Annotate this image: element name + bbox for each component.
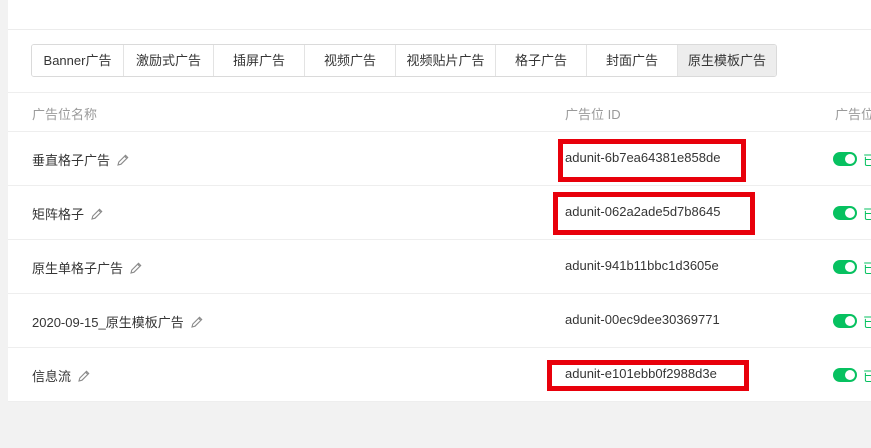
tab-native-template[interactable]: 原生模板广告 <box>678 45 776 76</box>
tab-rewarded[interactable]: 激励式广告 <box>124 45 214 76</box>
tab-video[interactable]: 视频广告 <box>305 45 396 76</box>
ad-unit-name: 垂直格子广告 <box>32 150 130 169</box>
status-text: 已 <box>863 153 871 168</box>
status-text: 已 <box>863 207 871 222</box>
pencil-icon[interactable] <box>116 153 130 167</box>
ad-unit-name-text: 矩阵格子 <box>32 207 85 222</box>
pencil-icon[interactable] <box>77 369 91 383</box>
table-row: 信息流 adunit-e101ebb0f2988d3e 已 <box>8 348 871 402</box>
status-toggle[interactable] <box>833 314 857 328</box>
ad-unit-name: 信息流 <box>32 366 91 385</box>
tab-interstitial[interactable]: 插屏广告 <box>214 45 305 76</box>
tab-banner[interactable]: Banner广告 <box>32 45 124 76</box>
tab-grid[interactable]: 格子广告 <box>496 45 587 76</box>
ad-unit-id: adunit-6b7ea64381e858de <box>565 150 721 165</box>
ad-unit-id: adunit-e101ebb0f2988d3e <box>565 366 717 381</box>
ad-units-panel: Banner广告 激励式广告 插屏广告 视频广告 视频贴片广告 格子广告 封面广… <box>8 0 871 402</box>
table-row: 垂直格子广告 adunit-6b7ea64381e858de 已 <box>8 132 871 186</box>
ad-unit-name: 2020-09-15_原生模板广告 <box>32 312 204 331</box>
status-text: 已 <box>863 369 871 384</box>
status-toggle[interactable] <box>833 260 857 274</box>
ad-unit-id: adunit-062a2ade5d7b8645 <box>565 204 721 219</box>
top-strip <box>8 0 871 30</box>
table-row: 矩阵格子 adunit-062a2ade5d7b8645 已 <box>8 186 871 240</box>
tab-cover[interactable]: 封面广告 <box>587 45 678 76</box>
status-text: 已 <box>863 261 871 276</box>
table-row: 原生单格子广告 adunit-941b11bbc1d3605e 已 <box>8 240 871 294</box>
ad-unit-name: 原生单格子广告 <box>32 258 143 277</box>
pencil-icon[interactable] <box>190 315 204 329</box>
pencil-icon[interactable] <box>90 207 104 221</box>
ad-unit-name-text: 原生单格子广告 <box>32 261 124 276</box>
ad-unit-id: adunit-00ec9dee30369771 <box>565 312 720 327</box>
status-toggle[interactable] <box>833 152 857 166</box>
status-text: 已 <box>863 315 871 330</box>
table-row: 2020-09-15_原生模板广告 adunit-00ec9dee3036977… <box>8 294 871 348</box>
header-name: 广告位名称 <box>32 107 98 122</box>
header-status: 广告位 <box>835 107 871 122</box>
tab-video-patch[interactable]: 视频贴片广告 <box>396 45 496 76</box>
ad-unit-name-text: 垂直格子广告 <box>32 153 111 168</box>
ad-unit-name-text: 信息流 <box>32 369 72 384</box>
pencil-icon[interactable] <box>129 261 143 275</box>
ad-unit-id: adunit-941b11bbc1d3605e <box>565 258 719 273</box>
ad-unit-name-text: 2020-09-15_原生模板广告 <box>32 315 184 330</box>
header-id: 广告位 ID <box>565 107 621 122</box>
table-header: 广告位名称 广告位 ID 广告位 <box>8 92 871 132</box>
status-toggle[interactable] <box>833 206 857 220</box>
status-toggle[interactable] <box>833 368 857 382</box>
ad-unit-name: 矩阵格子 <box>32 204 104 223</box>
ad-type-tabs: Banner广告 激励式广告 插屏广告 视频广告 视频贴片广告 格子广告 封面广… <box>31 44 777 77</box>
